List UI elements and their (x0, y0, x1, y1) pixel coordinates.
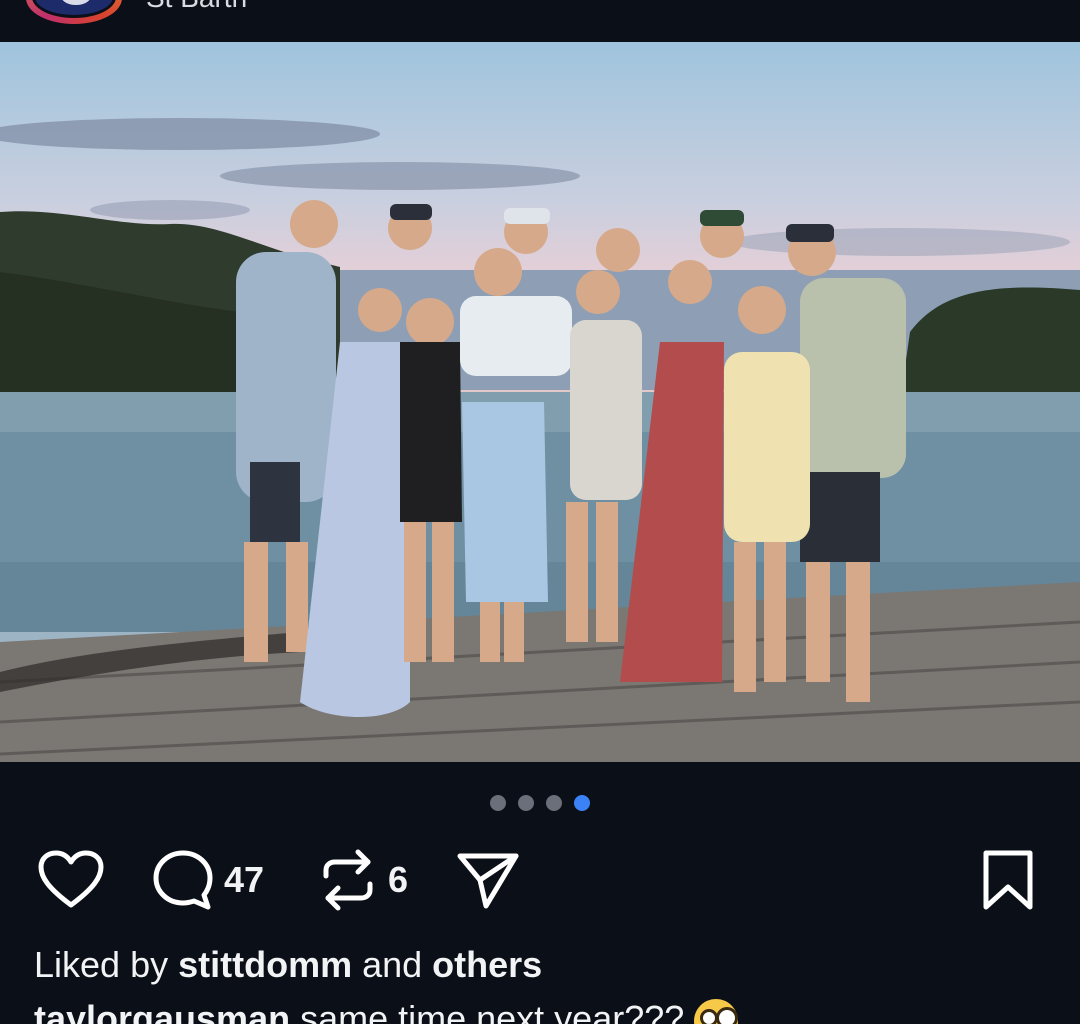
repost-count: 6 (388, 859, 409, 900)
comment-icon (153, 850, 213, 910)
likes-others-link[interactable]: others (432, 944, 542, 985)
instagram-post: St Barth (0, 0, 1080, 1024)
save-button[interactable] (980, 840, 1036, 920)
likes-prefix: Liked by (34, 944, 179, 985)
post-caption: taylorgausman same time next year??? (34, 998, 739, 1024)
post-header: St Barth (0, 0, 1080, 42)
comment-button[interactable]: 47 (152, 840, 264, 920)
post-photo[interactable] (0, 42, 1080, 762)
avatar-image (32, 0, 116, 18)
repost-icon (323, 849, 373, 911)
bookmark-icon (983, 850, 1033, 910)
profile-avatar[interactable] (26, 0, 122, 24)
likes-summary: Liked by stittdomm and others (34, 944, 542, 986)
caption-text: same time next year??? (290, 998, 685, 1024)
carousel-indicator (490, 795, 590, 811)
send-icon (457, 853, 519, 909)
post-actions: 47 6 (0, 840, 1080, 920)
comment-count: 47 (224, 859, 265, 900)
caption-username[interactable]: taylorgausman (34, 998, 290, 1024)
repost-button[interactable]: 6 (318, 840, 408, 920)
like-button[interactable] (38, 840, 104, 920)
carousel-dot[interactable] (490, 795, 506, 811)
dizzy-face-emoji-icon (694, 999, 739, 1024)
carousel-dot[interactable] (546, 795, 562, 811)
likes-middle: and (352, 944, 433, 985)
liked-by-username[interactable]: stittdomm (178, 944, 352, 985)
photo-scene (0, 118, 1080, 762)
location-label[interactable]: St Barth (146, 0, 247, 14)
carousel-dot-active[interactable] (574, 795, 590, 811)
heart-icon (38, 850, 104, 908)
carousel-dot[interactable] (518, 795, 534, 811)
share-button[interactable] (456, 840, 520, 920)
